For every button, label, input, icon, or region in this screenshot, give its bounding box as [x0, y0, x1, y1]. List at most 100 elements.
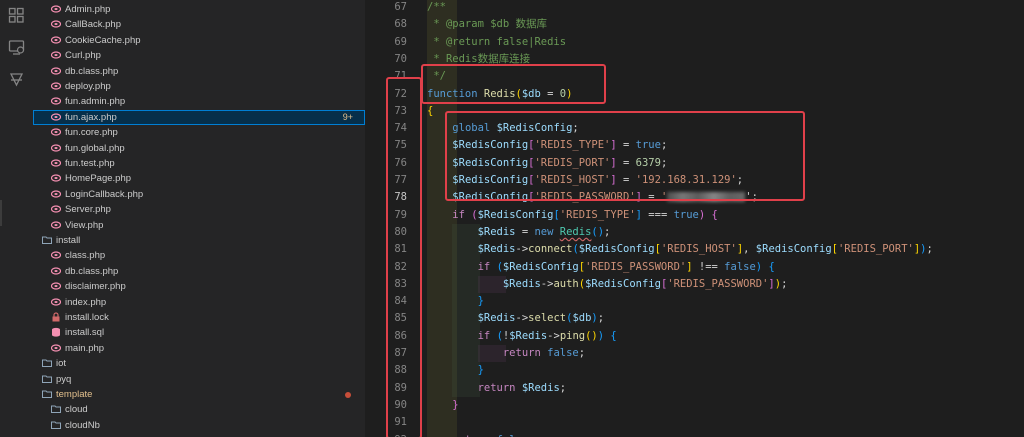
code-line[interactable]: * Redis数据库连接 — [427, 51, 530, 68]
code-token: ) — [566, 87, 573, 100]
explorer-item-label: disclaimer.php — [65, 281, 126, 293]
code-token: $RedisConfig — [755, 243, 832, 256]
code-line[interactable]: $RedisConfig['REDIS_TYPE'] = true; — [427, 137, 667, 154]
code-line[interactable]: if ($RedisConfig['REDIS_PASSWORD'] !== f… — [427, 259, 775, 276]
explorer-file[interactable]: db.class.php — [33, 64, 365, 79]
code-line[interactable]: $Redis = new Redis(); — [427, 224, 611, 241]
code-token: ; — [528, 434, 534, 437]
explorer-file[interactable]: HomePage.php — [33, 171, 365, 186]
code-token: $db — [572, 312, 592, 325]
line-number: 84 — [394, 295, 407, 308]
source-control-icon[interactable] — [7, 70, 26, 89]
code-token: $Redis — [509, 329, 548, 342]
explorer-file[interactable]: LoginCallback.php — [33, 187, 365, 202]
code-editor[interactable]: 67 68 69 70 71 72 73 74 75 76 77 78 79 80 81 82 83 84 85 86… — [365, 0, 1024, 437]
php-file-icon — [50, 4, 62, 14]
code-line[interactable]: } — [427, 293, 484, 310]
code-line[interactable]: } — [427, 362, 484, 379]
explorer-file[interactable]: fun.global.php — [33, 141, 365, 156]
code-token: $RedisConfig — [452, 156, 529, 169]
code-line[interactable]: if (!$Redis->ping()) { — [427, 328, 617, 345]
code-line[interactable]: * @param $db 数据库 — [427, 16, 547, 33]
code-line[interactable]: } — [427, 397, 458, 414]
explorer-file[interactable]: main.php — [33, 341, 365, 356]
php-file-icon — [50, 250, 62, 260]
code-token: * Redis数据库连接 — [427, 52, 531, 65]
explorer-file[interactable]: fun.core.php — [33, 125, 365, 140]
explorer-item-label: install.lock — [65, 312, 109, 323]
code-line[interactable]: * @return false|Redis — [427, 34, 566, 51]
explorer-panel: Admin.php CallBack.php CookieCache.php Curl… — [33, 0, 365, 437]
files-icon[interactable] — [7, 6, 26, 25]
explorer-file[interactable]: Admin.php — [33, 2, 365, 17]
explorer-item-label: Admin.php — [65, 4, 111, 15]
explorer-item-label: Server.php — [65, 204, 111, 216]
code-line[interactable]: $RedisConfig['REDIS_PASSWORD'] = ' '; — [427, 189, 758, 206]
explorer-file[interactable]: db.class.php — [33, 264, 365, 279]
code-line[interactable]: $Redis->connect($RedisConfig['REDIS_HOST… — [427, 241, 933, 258]
explorer-folder[interactable]: pyq — [33, 372, 365, 387]
code-token: 'REDIS_PASSWORD' — [534, 191, 636, 204]
explorer-file[interactable]: fun.admin.php — [33, 94, 365, 109]
code-token: = — [616, 139, 636, 152]
php-file-icon — [50, 220, 62, 230]
explorer-folder[interactable]: install — [33, 233, 365, 248]
code-token: auth — [553, 277, 579, 290]
code-line[interactable]: $RedisConfig['REDIS_PORT'] = 6379; — [427, 155, 667, 172]
code-token: 'REDIS_PASSWORD' — [667, 277, 769, 290]
code-line[interactable]: return $Redis; — [427, 380, 567, 397]
explorer-file[interactable]: fun.test.php — [33, 156, 365, 171]
php-file-icon — [50, 266, 62, 276]
line-number: 87 — [394, 347, 407, 359]
code-line[interactable]: if ($RedisConfig['REDIS_TYPE'] === true)… — [427, 207, 718, 224]
line-number-gutter: 67 68 69 70 71 72 73 74 75 76 77 78 79 80 81 82 83 84 85 86… — [365, 0, 413, 437]
remote-explorer-icon[interactable] — [7, 38, 26, 57]
code-token: -> — [515, 243, 529, 256]
code-token: * @param $db 数据库 — [427, 18, 548, 31]
code-token: $Redis — [502, 277, 541, 290]
code-token: { — [427, 104, 434, 117]
code-line[interactable]: $Redis->auth($RedisConfig['REDIS_PASSWOR… — [427, 276, 788, 293]
modified-dot — [345, 392, 351, 398]
explorer-file[interactable]: class.php — [33, 248, 365, 263]
explorer-file[interactable]: install.sql — [33, 325, 365, 340]
explorer-file[interactable]: CallBack.php — [33, 17, 365, 32]
explorer-item-label: View.php — [65, 219, 104, 231]
php-file-icon — [50, 35, 62, 45]
explorer-file[interactable]: Curl.php — [33, 48, 365, 63]
explorer-file[interactable]: index.php — [33, 295, 365, 310]
explorer-file[interactable]: deploy.php — [33, 79, 365, 94]
code-token: $Redis — [521, 381, 560, 394]
line-number: 80 — [394, 225, 407, 238]
code-line[interactable]: $RedisConfig['REDIS_HOST'] = '192.168.31… — [427, 172, 743, 189]
code-token: 'REDIS_TYPE' — [559, 208, 636, 221]
code-line[interactable]: { — [427, 103, 433, 120]
code-token: ; — [736, 174, 744, 186]
code-line[interactable]: return false; — [427, 432, 534, 437]
php-file-icon — [50, 19, 62, 29]
code-line[interactable]: $Redis->select($db); — [427, 310, 604, 327]
code-token: , — [743, 243, 756, 256]
explorer-file[interactable]: CookieCache.php — [33, 33, 365, 48]
explorer-file[interactable]: Server.php — [33, 202, 365, 217]
line-number: 92 — [365, 432, 413, 437]
code-line[interactable]: */ — [427, 68, 446, 85]
explorer-folder[interactable]: cloudNb — [33, 418, 365, 433]
code-line[interactable]: global $RedisConfig; — [427, 120, 578, 137]
explorer-folder[interactable]: iot — [33, 356, 365, 371]
explorer-file[interactable]: disclaimer.php — [33, 279, 365, 294]
explorer-file[interactable]: install.lock — [33, 310, 365, 325]
lock-icon — [51, 312, 61, 322]
line-number: 90 — [394, 398, 407, 411]
code-line[interactable]: function Redis($db = 0) — [427, 86, 572, 103]
code-token: ; — [604, 225, 611, 238]
explorer-folder[interactable]: cloud — [33, 402, 365, 417]
code-token: ; — [578, 347, 586, 359]
explorer-file[interactable]: fun.ajax.php 9+ — [33, 109, 365, 125]
explorer-folder[interactable]: template — [33, 387, 365, 402]
code-line[interactable]: /** — [427, 0, 446, 16]
explorer-file[interactable]: View.php — [33, 218, 365, 233]
code-line[interactable]: return false; — [427, 345, 585, 362]
